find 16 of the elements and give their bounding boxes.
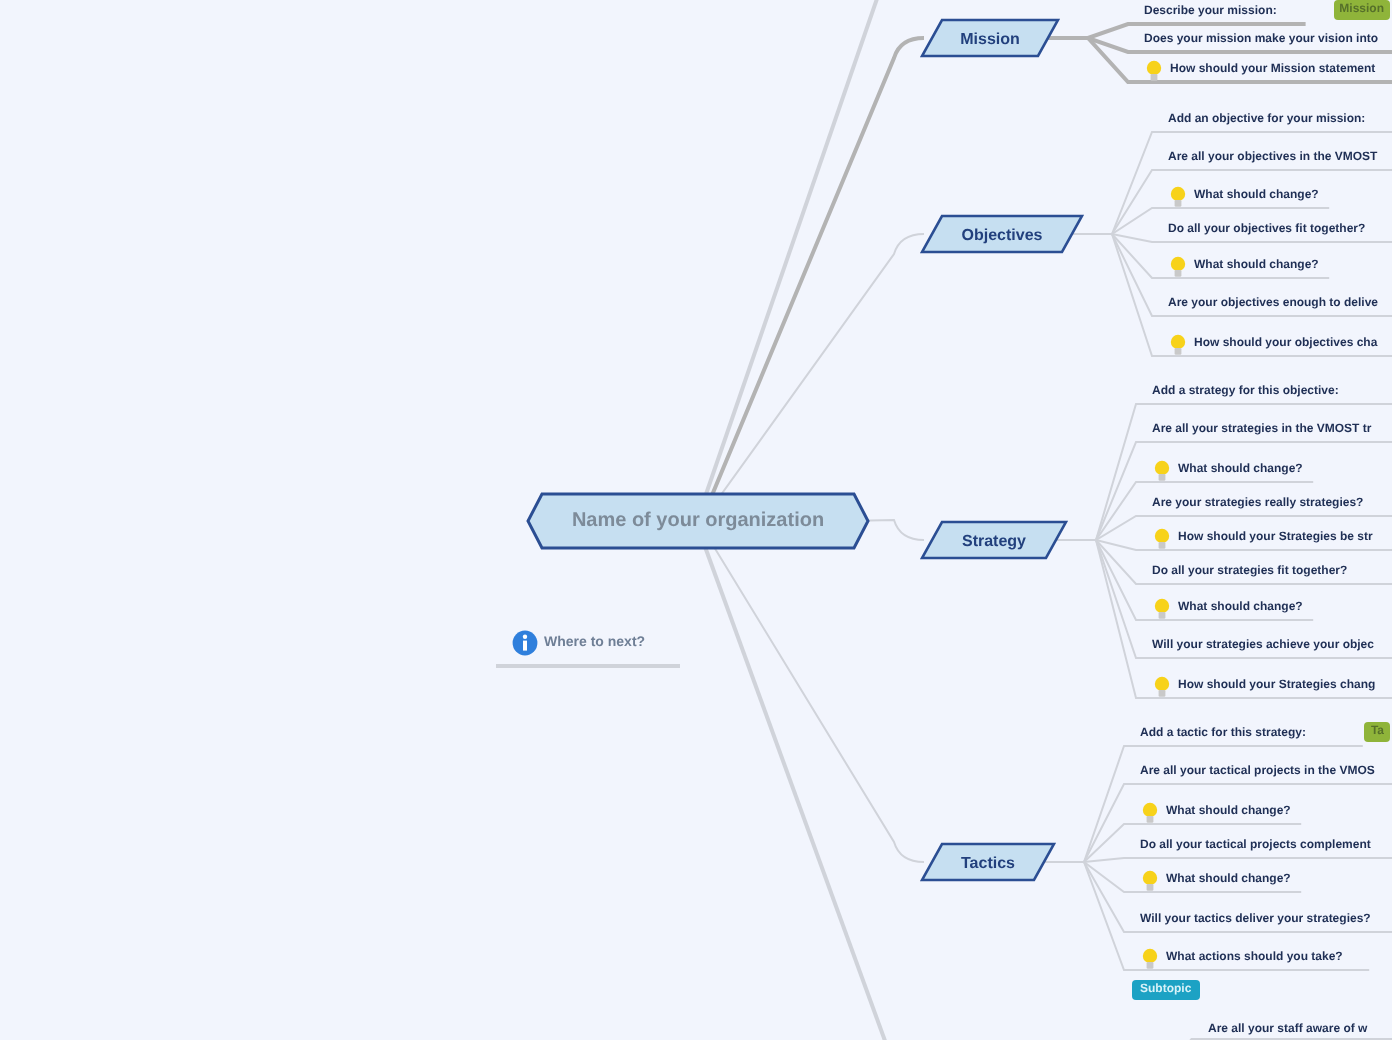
lightbulb-icon [1142, 801, 1158, 823]
lightbulb-icon [1170, 255, 1186, 277]
lightbulb-icon [1154, 459, 1170, 481]
lightbulb-icon [1142, 947, 1158, 969]
lightbulb-icon [1146, 59, 1162, 81]
main-topic[interactable]: Objectives [920, 214, 1084, 254]
info-icon [512, 630, 538, 656]
main-topic[interactable]: Mission [920, 18, 1060, 58]
lightbulb-icon [1142, 869, 1158, 891]
lightbulb-icon [1170, 333, 1186, 355]
lightbulb-icon [1154, 597, 1170, 619]
lightbulb-icon [1154, 675, 1170, 697]
lightbulb-icon [1170, 185, 1186, 207]
main-topic[interactable]: Strategy [920, 520, 1068, 560]
lightbulb-icon [1154, 527, 1170, 549]
main-topic[interactable]: Tactics [920, 842, 1056, 882]
